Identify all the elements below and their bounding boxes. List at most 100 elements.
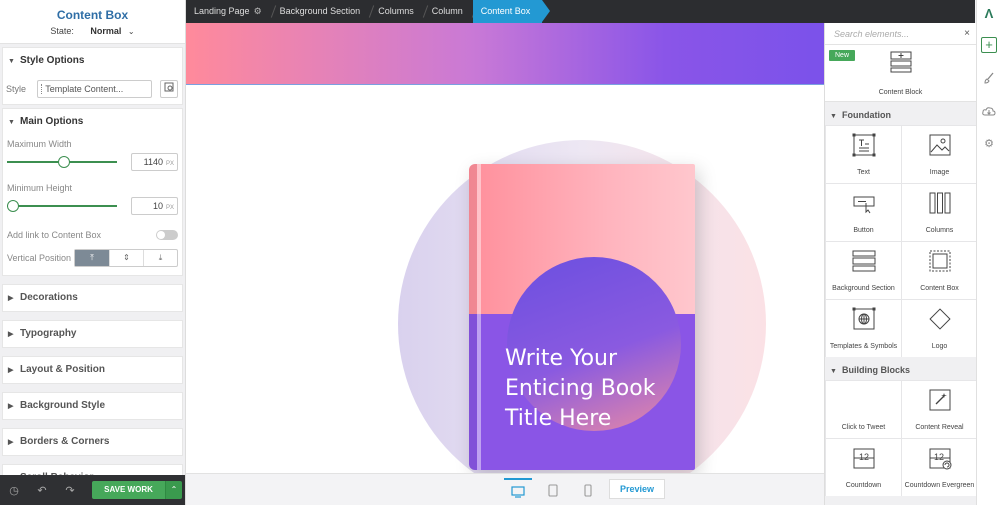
gear-icon[interactable]: ⚙ [979,134,999,154]
tablet-view-button[interactable] [539,478,567,502]
state-label: State: [50,26,74,36]
brush-icon[interactable] [979,68,999,88]
element-tile-label: Columns [925,227,954,234]
breadcrumb-label: Landing Page [194,6,250,16]
preview-button[interactable]: Preview [609,479,665,499]
svg-text:12: 12 [934,452,944,462]
click-to-tweet-icon [852,388,876,412]
max-width-input[interactable]: 1140 PX [131,153,178,171]
image-icon [929,134,951,156]
main-options-section: ▼ Main Options Maximum Width 1140 PX Minim… [2,108,183,276]
mobile-view-button[interactable] [574,478,602,502]
collapsed-section[interactable]: ▶ Layout & Position [2,356,183,384]
editor-canvas[interactable]: Write Your Enticing Book Title Here [186,23,824,473]
background-section-icon [852,250,876,272]
align-top-button[interactable]: ⤒ [75,250,109,266]
element-tile-content-reveal[interactable]: Content Reveal [902,381,976,438]
align-bottom-button[interactable]: ⤓ [143,250,177,266]
book-title-line: Write Your [505,346,618,371]
mobile-icon [584,484,592,497]
building-blocks-grid: Click to Tweet Content Reveal 12 Countdown 1… [825,380,976,496]
add-element-icon[interactable]: + [981,37,997,53]
breadcrumb-item[interactable]: Content Box [472,0,550,23]
search-placeholder: Search elements... [834,28,910,39]
collapsed-section[interactable]: ▶ Typography [2,320,183,348]
countdown-evergreen-icon: 12 [929,448,952,470]
button-icon [853,196,875,214]
breadcrumb-item[interactable]: Background Section [272,0,371,23]
element-tile-click-to-tweet[interactable]: Click to Tweet [826,381,901,438]
close-icon[interactable]: × [964,28,970,39]
redo-icon[interactable]: ↷ [56,484,84,497]
triangle-right-icon: ▶ [8,439,14,446]
main-options-header[interactable]: ▼ Main Options [3,109,182,135]
breadcrumb-item[interactable]: Landing Page ⚙ [186,0,272,23]
content-block-icon [890,51,912,73]
gear-icon[interactable]: ⚙ [254,6,262,16]
style-row: Style Template Content... [3,74,182,104]
element-tile-button[interactable]: Button [826,184,901,241]
collapsed-section[interactable]: ▶ Background Style [2,392,183,420]
max-width-slider-handle[interactable] [57,156,70,168]
min-height-slider[interactable] [7,200,118,212]
collapsed-section-title: Typography [20,328,77,339]
gradient-banner [186,23,824,85]
element-tile-logo[interactable]: Logo [902,300,976,357]
breadcrumb-item[interactable]: Column [424,0,473,23]
search-input[interactable]: Search elements... × [825,23,976,45]
link-toggle[interactable] [156,230,178,240]
device-bar: Preview [186,473,824,505]
min-height-input[interactable]: 10 PX [131,197,178,215]
cloud-download-icon[interactable] [979,102,999,122]
tablet-icon [548,484,558,497]
breadcrumb-item[interactable]: Columns [370,0,424,23]
collapsed-section[interactable]: ▶ Borders & Corners [2,428,183,456]
element-tile-label: Logo [931,343,948,350]
history-icon[interactable]: ◷ [0,484,28,497]
desktop-view-button[interactable] [504,478,532,502]
building-blocks-title: Building Blocks [842,365,911,375]
collapsed-sections: ▶ Decorations ▶ Typography ▶ Layout & Positio… [0,284,185,492]
book-title[interactable]: Write Your Enticing Book Title Here [505,344,685,434]
content-reveal-icon [929,389,951,411]
style-options-header[interactable]: ▼ Style Options [3,48,182,74]
brush-icon-svg [984,72,994,84]
collapsed-section[interactable]: ▶ Decorations [2,284,183,312]
element-tile-countdown-evergreen[interactable]: 12 Countdown Evergreen [902,439,976,496]
element-tile-image[interactable]: Image [902,126,976,183]
style-options-section: ▼ Style Options Style Template Content... [2,47,183,105]
panel-header: Content Box State: Normal ⌄ [0,0,185,44]
book-spine-shadow [469,164,477,470]
triangle-down-icon: ▼ [830,368,837,375]
save-options-button[interactable]: ⌃ [165,481,182,499]
max-width-slider[interactable] [7,156,118,168]
templates-symbols-icon [852,307,876,330]
triangle-right-icon: ▶ [8,367,14,374]
content-block-element[interactable]: New Content Block [825,45,976,102]
undo-icon[interactable]: ↶ [28,484,56,497]
svg-text:12: 12 [859,452,869,462]
element-tile-label: Content Box [920,285,959,292]
foundation-category[interactable]: ▼ Foundation [825,105,976,125]
thrive-logo-icon: Λ [984,6,994,21]
element-tile-templates-symbols[interactable]: Templates & Symbols [826,300,901,357]
align-middle-button[interactable]: ⇕ [109,250,143,266]
element-tile-label: Text [857,169,870,176]
style-settings-button[interactable] [160,80,178,98]
element-tile-text[interactable]: Text [826,126,901,183]
element-tile-content-box[interactable]: Content Box [902,242,976,299]
min-height-slider-handle[interactable] [7,200,19,212]
book-mockup[interactable]: Write Your Enticing Book Title Here [469,164,695,470]
save-work-button[interactable]: SAVE WORK [92,481,165,499]
element-tile-columns[interactable]: Columns [902,184,976,241]
element-tile-label: Click to Tweet [841,424,886,431]
bottom-bar: ◷ ↶ ↷ SAVE WORK ⌃ [0,475,185,505]
collapsed-section-header: ▶ Typography [3,321,182,347]
element-tile-background-section[interactable]: Background Section [826,242,901,299]
building-blocks-category[interactable]: ▼ Building Blocks [825,360,976,380]
foundation-grid: Text Image Button Columns Background Section… [825,125,976,357]
style-select[interactable]: Template Content... [37,80,153,98]
breadcrumb-label: Column [431,6,463,16]
state-selector[interactable]: State: Normal ⌄ [0,26,185,36]
element-tile-countdown[interactable]: 12 Countdown [826,439,901,496]
